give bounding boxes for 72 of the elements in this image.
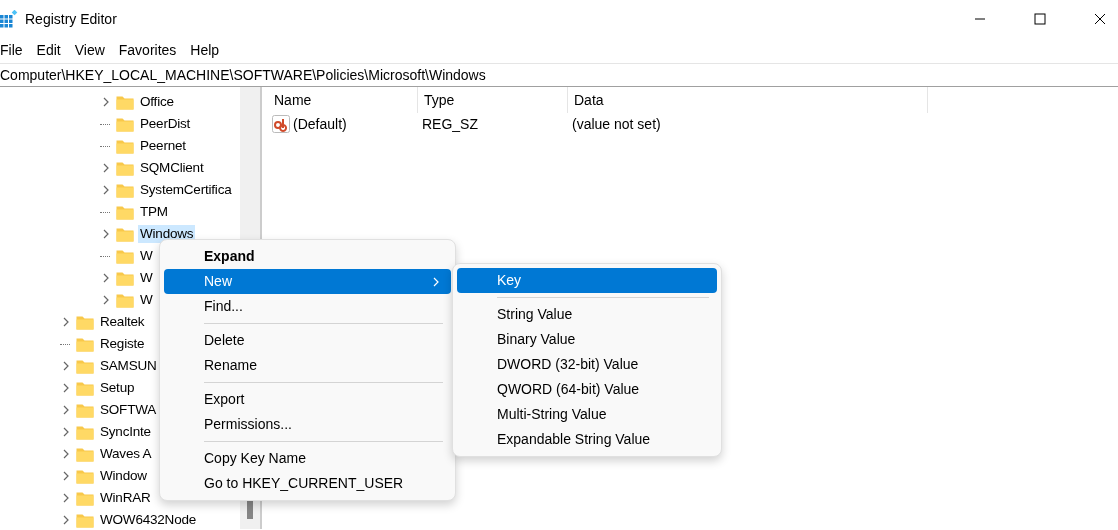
value-name[interactable]: (Default)	[293, 113, 347, 135]
menu-item[interactable]: Go to HKEY_CURRENT_USER	[164, 471, 451, 496]
menu-item[interactable]: Expandable String Value	[457, 427, 717, 452]
folder-icon	[116, 182, 134, 198]
menu-item[interactable]: Permissions...	[164, 412, 451, 437]
menu-item[interactable]: Delete	[164, 328, 451, 353]
folder-icon	[116, 204, 134, 220]
folder-icon	[116, 226, 134, 242]
folder-icon	[76, 380, 94, 396]
close-icon	[1094, 13, 1106, 25]
tree-item[interactable]: SAMSUN	[98, 357, 159, 375]
menu-item[interactable]: Binary Value	[457, 327, 717, 352]
menu-item[interactable]: File	[0, 40, 30, 61]
folder-icon	[76, 490, 94, 506]
folder-icon	[76, 358, 94, 374]
tree-item[interactable]: Setup	[98, 379, 137, 397]
tree-item[interactable]: Waves A	[98, 445, 154, 463]
tree-item[interactable]: PeerDist	[138, 115, 193, 133]
menu-item[interactable]: Find...	[164, 294, 451, 319]
tree-item[interactable]: SystemCertifica	[138, 181, 234, 199]
menu-item[interactable]: Key	[457, 268, 717, 293]
folder-icon	[76, 512, 94, 528]
maximize-icon	[1034, 13, 1046, 25]
tree-item[interactable]: Registe	[98, 335, 147, 353]
menu-item[interactable]: View	[67, 40, 112, 61]
tree-item[interactable]: Peernet	[138, 137, 188, 155]
menu-item[interactable]: Help	[183, 40, 227, 61]
tree-item[interactable]: WinRAR	[98, 489, 153, 507]
menu-item[interactable]: Expand	[164, 244, 451, 269]
column-header[interactable]: Type	[418, 87, 568, 113]
menu-item[interactable]: DWORD (32-bit) Value	[457, 352, 717, 377]
value-data: (value not set)	[571, 115, 662, 134]
tree-item[interactable]: SQMClient	[138, 159, 206, 177]
folder-icon	[116, 160, 134, 176]
folder-icon	[76, 314, 94, 330]
app-icon	[0, 10, 18, 28]
address-bar[interactable]: Computer\HKEY_LOCAL_MACHINE\SOFTWARE\Policies\Microsoft\Windows	[0, 63, 1118, 87]
tree-item[interactable]: SOFTWA	[98, 401, 159, 419]
tree-item[interactable]: Window	[98, 467, 149, 485]
menu-item[interactable]: Multi-String Value	[457, 402, 717, 427]
tree-item[interactable]: WOW6432Node	[98, 511, 199, 529]
value-type: REG_SZ	[421, 115, 479, 134]
tree-item[interactable]: SyncInte	[98, 423, 153, 441]
tree-item[interactable]: W	[138, 291, 155, 309]
folder-icon	[116, 292, 134, 308]
folder-icon	[116, 116, 134, 132]
tree-item[interactable]: W	[138, 269, 155, 287]
folder-icon	[76, 446, 94, 462]
window-title: Registry Editor	[25, 9, 117, 29]
folder-icon	[116, 94, 134, 110]
menu-item[interactable]: Favorites	[111, 40, 184, 61]
folder-icon	[116, 248, 134, 264]
menu-item[interactable]: Export	[164, 387, 451, 412]
menu-item[interactable]: String Value	[457, 302, 717, 327]
folder-icon	[76, 468, 94, 484]
string-value-icon	[272, 115, 290, 133]
menu-item[interactable]: New	[164, 269, 451, 294]
tree-item[interactable]: TPM	[138, 203, 170, 221]
folder-icon	[76, 336, 94, 352]
column-header[interactable]: Data	[568, 87, 928, 113]
folder-icon	[76, 402, 94, 418]
folder-icon	[76, 424, 94, 440]
menu-item[interactable]: Rename	[164, 353, 451, 378]
column-header[interactable]: Name	[268, 87, 418, 113]
menu-item[interactable]: QWORD (64-bit) Value	[457, 377, 717, 402]
menu-item[interactable]: Edit	[29, 40, 68, 61]
tree-item[interactable]: Realtek	[98, 313, 147, 331]
folder-icon	[116, 138, 134, 154]
tree-item[interactable]: W	[138, 247, 155, 265]
tree-item[interactable]: Office	[138, 93, 176, 111]
folder-icon	[116, 270, 134, 286]
menu-item[interactable]: Copy Key Name	[164, 446, 451, 471]
